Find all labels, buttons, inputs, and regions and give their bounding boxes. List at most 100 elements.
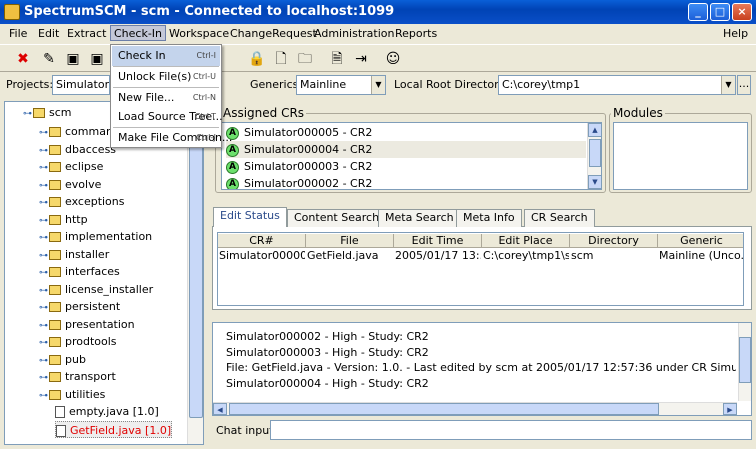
browse-button[interactable]: ... xyxy=(737,75,751,95)
expand-icon[interactable]: ⊶ xyxy=(39,335,49,352)
chevron-down-icon[interactable]: ▼ xyxy=(371,76,385,94)
scroll-thumb[interactable] xyxy=(229,403,659,415)
expand-icon[interactable]: ⊶ xyxy=(39,265,49,282)
tree-folder[interactable]: ⊶ dbaccess xyxy=(39,141,116,158)
tree-folder[interactable]: ⊶ evolve xyxy=(39,176,101,193)
tree-folder[interactable]: ⊶ http xyxy=(39,211,88,228)
menu-changerequest[interactable]: ChangeRequest xyxy=(227,26,320,42)
cr-label: Simulator000005 - CR2 xyxy=(244,126,373,139)
expand-icon[interactable]: ⊶ xyxy=(39,178,49,195)
import-icon[interactable]: ⇥ xyxy=(350,48,372,70)
menu-administration[interactable]: Administration xyxy=(311,26,398,42)
list-item[interactable]: A Simulator000004 - CR2 xyxy=(226,141,586,158)
tree-folder[interactable]: ⊶ license_installer xyxy=(39,281,153,298)
expand-icon[interactable]: ⊶ xyxy=(39,300,49,317)
menu-workspace[interactable]: Workspace xyxy=(166,26,232,42)
log-scrollbar-vertical[interactable] xyxy=(738,323,751,401)
tree-folder[interactable]: ⊶ persistent xyxy=(39,298,120,315)
splitter[interactable] xyxy=(206,101,210,445)
tab-meta-search[interactable]: Meta Search xyxy=(378,209,461,227)
log-scrollbar-horizontal[interactable]: ◀ ▶ xyxy=(213,402,737,415)
menu-extract[interactable]: Extract xyxy=(64,26,109,42)
menu-edit[interactable]: Edit xyxy=(35,26,62,42)
lock-icon[interactable]: 🔒 xyxy=(246,48,268,70)
list-item[interactable]: A Simulator000003 - CR2 xyxy=(226,158,586,175)
tab-edit-status[interactable]: Edit Status xyxy=(213,207,287,227)
tree-folder[interactable]: ⊶ prodtools xyxy=(39,333,117,350)
tree-folder[interactable]: ⊶ installer xyxy=(39,246,109,263)
expand-icon[interactable]: ⊶ xyxy=(39,213,49,230)
edit-icon[interactable]: ✎ xyxy=(38,48,60,70)
tree-folder[interactable]: ⊶ eclipse xyxy=(39,158,103,175)
tree-folder[interactable]: ⊶ transport xyxy=(39,368,116,385)
menu-item-new-file[interactable]: New File... Ctrl-N xyxy=(112,88,220,108)
tab-meta-info[interactable]: Meta Info xyxy=(456,209,522,227)
expand-icon[interactable]: ⊶ xyxy=(39,125,49,142)
expand-icon[interactable]: ⊶ xyxy=(23,106,33,123)
chevron-down-icon[interactable]: ▼ xyxy=(721,76,735,94)
column-header[interactable]: Edit Place xyxy=(482,234,570,248)
tree-file-selected[interactable]: GetField.java [1.0] xyxy=(55,421,173,438)
list-item[interactable]: A Simulator000002 - CR2 xyxy=(226,175,586,189)
menu-check-in[interactable]: Check-In xyxy=(110,25,167,41)
document-icon[interactable]: 🗎 xyxy=(326,48,348,70)
menu-item-make-file-common[interactable]: Make File Common... Ctrl-J xyxy=(112,128,232,148)
tree-root[interactable]: ⊶ scm xyxy=(23,104,72,121)
projects-select[interactable]: Simulator xyxy=(52,75,110,95)
expand-icon[interactable]: ⊶ xyxy=(39,388,49,405)
scroll-right-icon[interactable]: ▶ xyxy=(723,403,737,415)
tree-scrollbar[interactable] xyxy=(187,102,203,444)
menu-help[interactable]: Help xyxy=(720,26,751,42)
maximize-button[interactable]: □ xyxy=(710,3,730,21)
tree-file[interactable]: empty.java [1.0] xyxy=(55,403,159,420)
column-header[interactable]: Generic xyxy=(658,234,743,248)
scroll-thumb[interactable] xyxy=(589,139,601,167)
column-header[interactable]: CR# xyxy=(218,234,306,248)
tab-content-search[interactable]: Content Search xyxy=(287,209,387,227)
menu-reports[interactable]: Reports xyxy=(392,26,440,42)
monitor-icon[interactable]: ▣ xyxy=(62,48,84,70)
tree-folder[interactable]: ⊶ implementation xyxy=(39,228,152,245)
column-header[interactable]: Edit Time xyxy=(394,234,482,248)
column-header[interactable]: File xyxy=(306,234,394,248)
scroll-thumb[interactable] xyxy=(189,118,203,418)
new-file-icon[interactable]: 🗋 xyxy=(270,48,292,70)
tab-cr-search[interactable]: CR Search xyxy=(524,209,595,227)
menu-item-load-source-tree[interactable]: Load Source Tree... Ctrl-T xyxy=(112,107,223,127)
menu-item-check-in[interactable]: Check In Ctrl-I xyxy=(112,46,220,66)
scroll-left-icon[interactable]: ◀ xyxy=(213,403,227,415)
tree-folder[interactable]: ⊶ command xyxy=(39,123,120,140)
crs-scrollbar[interactable]: ▲ ▼ xyxy=(587,123,601,189)
expand-icon[interactable]: ⊶ xyxy=(39,160,49,177)
menu-item-unlock-files[interactable]: Unlock File(s) Ctrl-U xyxy=(112,67,220,87)
expand-icon[interactable]: ⊶ xyxy=(39,248,49,265)
expand-icon[interactable]: ⊶ xyxy=(39,143,49,160)
minimize-button[interactable]: _ xyxy=(688,3,708,21)
tree-folder[interactable]: ⊶ pub xyxy=(39,351,86,368)
expand-icon[interactable]: ⊶ xyxy=(39,230,49,247)
scroll-down-icon[interactable]: ▼ xyxy=(588,175,601,189)
expand-icon[interactable]: ⊶ xyxy=(39,318,49,335)
expand-icon[interactable]: ⊶ xyxy=(39,353,49,370)
menu-file[interactable]: File xyxy=(6,26,30,42)
expand-icon[interactable]: ⊶ xyxy=(39,195,49,212)
generics-select[interactable]: Mainline ▼ xyxy=(296,75,386,95)
list-item[interactable]: A Simulator000005 - CR2 xyxy=(226,124,586,141)
monitor-alt-icon[interactable]: ▣ xyxy=(86,48,108,70)
close-button[interactable]: × xyxy=(732,3,752,21)
check-in-menu: Check In Ctrl-I Unlock File(s) Ctrl-U New … xyxy=(110,44,232,148)
column-header[interactable]: Directory xyxy=(570,234,658,248)
tree-folder[interactable]: ⊶ utilities xyxy=(39,386,105,403)
tree-folder[interactable]: ⊶ interfaces xyxy=(39,263,120,280)
scroll-up-icon[interactable]: ▲ xyxy=(588,123,601,137)
expand-icon[interactable]: ⊶ xyxy=(39,370,49,387)
chat-input[interactable] xyxy=(270,420,752,440)
delete-icon[interactable]: ✖ xyxy=(12,48,34,70)
local-root-input[interactable]: C:\corey\tmp1 ▼ xyxy=(498,75,736,95)
tree-folder[interactable]: ⊶ presentation xyxy=(39,316,135,333)
folder-icon[interactable]: 🗀 xyxy=(294,48,316,70)
users-icon[interactable]: ☺ xyxy=(382,48,404,70)
tree-folder[interactable]: ⊶ exceptions xyxy=(39,193,125,210)
expand-icon[interactable]: ⊶ xyxy=(39,283,49,300)
scroll-thumb[interactable] xyxy=(739,337,751,383)
